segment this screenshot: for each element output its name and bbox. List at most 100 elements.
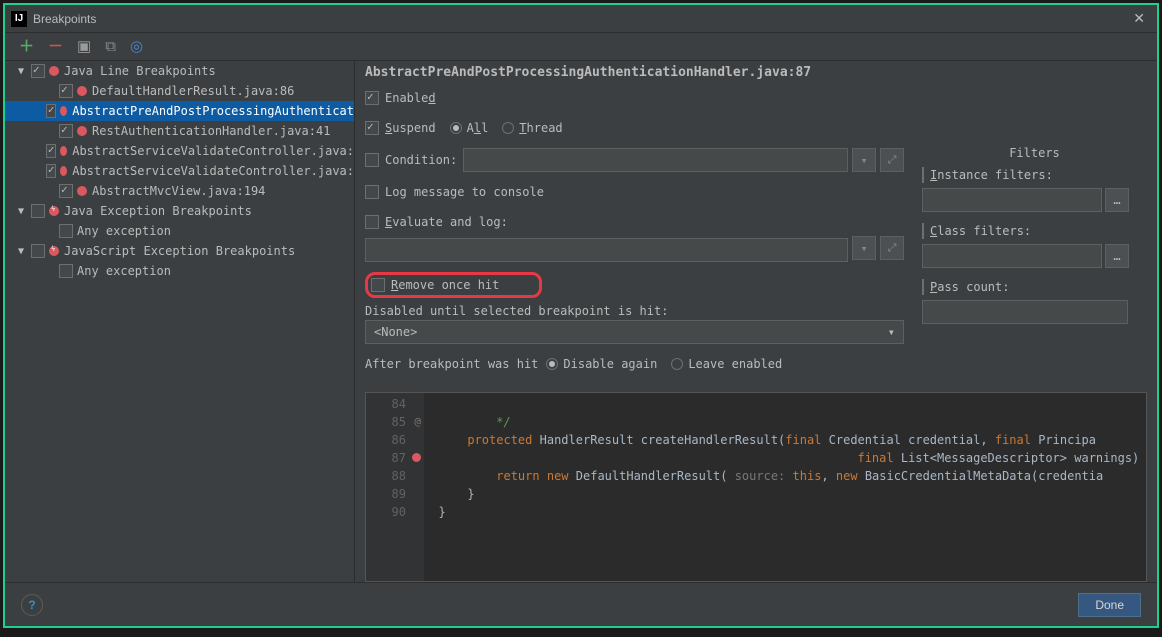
remove-breakpoint-button[interactable]: － [48,39,63,54]
tree-item-label: RestAuthenticationHandler.java:41 [92,124,330,138]
suspend-all-label: All [467,121,489,135]
condition-label: Condition: [385,153,457,167]
suspend-label: Suspend [385,121,436,135]
item-checkbox[interactable] [59,184,73,198]
breakpoint-icon [49,66,59,76]
condition-checkbox[interactable] [365,153,379,167]
tree-group-label: Java Exception Breakpoints [64,204,252,218]
tree-item[interactable]: Any exception [5,221,354,241]
ellipsis-icon[interactable]: … [1105,188,1129,212]
leave-enabled-label: Leave enabled [688,357,782,371]
pass-count-label: Pass count: [930,280,1009,294]
remove-once-hit-highlight: Remove once hit [365,272,542,298]
evaluate-checkbox[interactable] [365,215,379,229]
tree-item[interactable]: RestAuthenticationHandler.java:41 [5,121,354,141]
override-icon: @ [414,413,421,431]
item-checkbox[interactable] [59,224,73,238]
tree-item[interactable]: Any exception [5,261,354,281]
pass-count-input[interactable] [922,300,1128,324]
remove-once-hit-checkbox[interactable] [371,278,385,292]
tree-group-java-line[interactable]: ▼ Java Line Breakpoints [5,61,354,81]
code-line: */ [424,415,511,429]
tree-item[interactable]: AbstractPreAndPostProcessingAuthenticat [5,101,354,121]
toolbar: ＋ － ▣ ⧉ ◎ [5,33,1157,61]
log-checkbox[interactable] [365,185,379,199]
after-hit-label: After breakpoint was hit [365,357,538,371]
breakpoint-icon [77,186,87,196]
enabled-label: Enabled [385,91,436,105]
add-breakpoint-button[interactable]: ＋ [19,39,34,54]
tree-item-label: Any exception [77,264,171,278]
breakpoint-tree[interactable]: ▼ Java Line Breakpoints DefaultHandlerRe… [5,61,355,582]
instance-filters-checkbox[interactable] [922,167,924,183]
gutter: 84 85@ 86 87 88 89 90 [366,393,424,581]
item-checkbox[interactable] [46,104,56,118]
footer: ? Done [5,582,1157,626]
exception-breakpoint-icon [49,206,59,216]
select-value: <None> [374,325,417,339]
ellipsis-icon[interactable]: … [1105,244,1129,268]
tree-item-label: Any exception [77,224,171,238]
tree-item[interactable]: AbstractServiceValidateController.java: [5,141,354,161]
disabled-until-label: Disabled until selected breakpoint is hi… [365,304,904,318]
suspend-thread-radio[interactable] [502,122,514,134]
tree-item-label: AbstractMvcView.java:194 [92,184,265,198]
breakpoint-icon [60,106,67,116]
mute-icon[interactable]: ▣ [77,39,91,54]
item-checkbox[interactable] [59,264,73,278]
history-icon[interactable]: ▾ [852,236,876,260]
tree-group-label: Java Line Breakpoints [64,64,216,78]
expand-icon[interactable]: ⤢ [880,236,904,260]
enabled-checkbox[interactable] [365,91,379,105]
disabled-until-select[interactable]: <None> ▾ [365,320,904,344]
tree-item-label: AbstractServiceValidateController.java: [72,144,354,158]
breakpoint-icon [77,126,87,136]
group-checkbox[interactable] [31,244,45,258]
tree-item[interactable]: AbstractMvcView.java:194 [5,181,354,201]
expand-icon[interactable]: ⤢ [880,148,904,172]
suspend-checkbox[interactable] [365,121,379,135]
item-checkbox[interactable] [46,164,56,178]
class-filters-checkbox[interactable] [922,223,924,239]
detail-panel: AbstractPreAndPostProcessingAuthenticati… [355,61,1157,582]
breakpoint-icon[interactable] [412,453,421,462]
window-title: Breakpoints [33,12,1127,26]
done-button[interactable]: Done [1078,593,1141,617]
tree-group-js-exception[interactable]: ▼ JavaScript Exception Breakpoints [5,241,354,261]
remove-once-hit-label: Remove once hit [391,278,499,292]
app-icon: IJ [11,11,27,27]
help-button[interactable]: ? [21,594,43,616]
exception-breakpoint-icon [49,246,59,256]
pass-count-checkbox[interactable] [922,279,924,295]
chevron-down-icon[interactable]: ▼ [15,246,27,257]
history-icon[interactable]: ▾ [852,148,876,172]
close-icon[interactable]: ✕ [1127,10,1151,27]
disable-again-label: Disable again [563,357,657,371]
condition-input[interactable] [463,148,848,172]
group-by-icon[interactable]: ⧉ [105,39,116,54]
instance-filters-input[interactable] [922,188,1102,212]
breakpoint-location: AbstractPreAndPostProcessingAuthenticati… [365,65,1147,80]
target-icon[interactable]: ◎ [130,39,143,54]
breakpoint-icon [60,166,67,176]
chevron-down-icon[interactable]: ▼ [15,206,27,217]
tree-item[interactable]: AbstractServiceValidateController.java: [5,161,354,181]
tree-item-label: AbstractPreAndPostProcessingAuthenticat [72,104,354,118]
tree-group-java-exception[interactable]: ▼ Java Exception Breakpoints [5,201,354,221]
chevron-down-icon[interactable]: ▼ [15,66,27,77]
suspend-all-radio[interactable] [450,122,462,134]
item-checkbox[interactable] [59,84,73,98]
tree-item[interactable]: DefaultHandlerResult.java:86 [5,81,354,101]
code-area[interactable]: */ protected HandlerResult createHandler… [424,393,1146,581]
group-checkbox[interactable] [31,204,45,218]
title-bar: IJ Breakpoints ✕ [5,5,1157,33]
code-line: } [424,505,446,519]
item-checkbox[interactable] [46,144,56,158]
group-checkbox[interactable] [31,64,45,78]
evaluate-input[interactable] [365,238,848,262]
item-checkbox[interactable] [59,124,73,138]
disable-again-radio[interactable] [546,358,558,370]
class-filters-input[interactable] [922,244,1102,268]
instance-filters-label: Instance filters: [930,168,1053,182]
leave-enabled-radio[interactable] [671,358,683,370]
